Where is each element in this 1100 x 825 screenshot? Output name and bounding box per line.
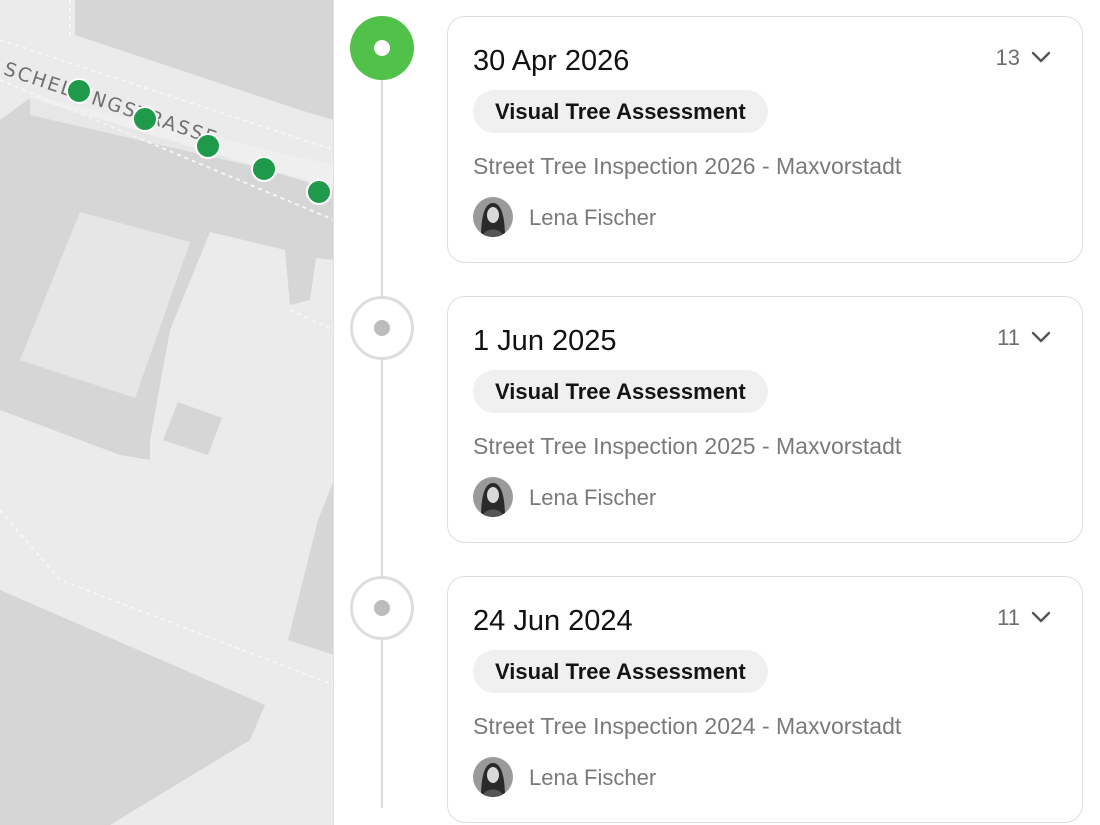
node-dot: [374, 600, 390, 616]
inspector-name: Lena Fischer: [529, 765, 657, 790]
timeline-node[interactable]: [350, 576, 414, 640]
card-date: 24 Jun 2024: [473, 605, 633, 637]
card-count: 11: [997, 325, 1020, 350]
timeline-node[interactable]: [350, 296, 414, 360]
user-avatar-icon: [473, 197, 513, 237]
avatar: [473, 477, 513, 517]
assessment-type-badge: Visual Tree Assessment: [473, 90, 768, 133]
chevron-down-icon[interactable]: [1030, 49, 1052, 65]
assessment-type-badge: Visual Tree Assessment: [473, 650, 768, 693]
node-dot: [374, 320, 390, 336]
avatar: [473, 757, 513, 797]
inspection-card[interactable]: 30 Apr 2026 13 Visual Tree Assessment St…: [447, 16, 1083, 263]
project-name: Street Tree Inspection 2025 - Maxvorstad…: [473, 433, 902, 459]
card-date: 1 Jun 2025: [473, 325, 617, 357]
inspector-name: Lena Fischer: [529, 485, 657, 510]
assessment-type-badge: Visual Tree Assessment: [473, 370, 768, 413]
map-panel[interactable]: SCHELLINGSTRASSE: [0, 0, 334, 825]
tree-marker[interactable]: [66, 78, 92, 104]
timeline-node-active[interactable]: [350, 16, 414, 80]
tree-marker[interactable]: [306, 179, 332, 205]
app-root: SCHELLINGSTRASSE 30 Apr 2026 13 Visual T…: [0, 0, 1100, 825]
card-date: 30 Apr 2026: [473, 45, 630, 77]
avatar: [473, 197, 513, 237]
chevron-down-icon[interactable]: [1030, 329, 1052, 345]
inspector-name: Lena Fischer: [529, 205, 657, 230]
inspection-card[interactable]: 1 Jun 2025 11 Visual Tree Assessment Str…: [447, 296, 1083, 543]
user-avatar-icon: [473, 477, 513, 517]
inspection-card[interactable]: 24 Jun 2024 11 Visual Tree Assessment St…: [447, 576, 1083, 823]
timeline-line: [381, 60, 383, 808]
card-count: 11: [997, 605, 1020, 630]
tree-marker[interactable]: [195, 133, 221, 159]
card-count: 13: [995, 45, 1020, 70]
chevron-down-icon[interactable]: [1030, 609, 1052, 625]
user-avatar-icon: [473, 757, 513, 797]
tree-marker[interactable]: [132, 106, 158, 132]
project-name: Street Tree Inspection 2026 - Maxvorstad…: [473, 153, 902, 179]
node-dot: [374, 40, 390, 56]
project-name: Street Tree Inspection 2024 - Maxvorstad…: [473, 713, 902, 739]
tree-marker[interactable]: [251, 156, 277, 182]
